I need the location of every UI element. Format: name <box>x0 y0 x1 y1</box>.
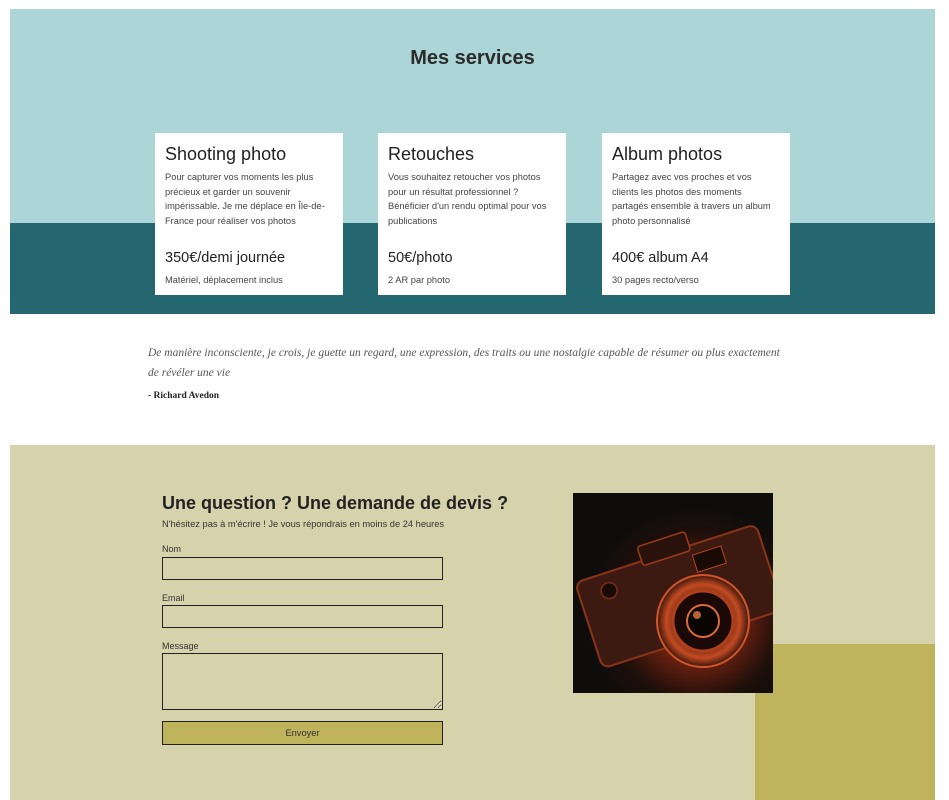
camera-photo-image <box>573 493 773 693</box>
service-card-description: Pour capturer vos moments les plus préci… <box>165 172 325 226</box>
decorative-olive-block <box>755 644 935 800</box>
service-card-album: Album photos Partagez avec vos proches e… <box>602 133 790 295</box>
contact-title: Une question ? Une demande de devis ? <box>162 493 509 513</box>
contact-section: Une question ? Une demande de devis ? N'… <box>10 445 935 800</box>
camera-icon <box>573 493 773 693</box>
service-card-price: 350€/demi journée <box>165 250 286 266</box>
quote-text: De manière inconsciente, je crois, je gu… <box>148 347 780 379</box>
name-field[interactable] <box>162 557 443 580</box>
quote-author: - Richard Avedon <box>148 391 220 401</box>
send-button[interactable]: Envoyer <box>162 721 443 745</box>
service-card-title: Shooting photo <box>165 144 287 164</box>
message-field[interactable] <box>162 653 443 710</box>
service-card-note: 2 AR par photo <box>388 275 451 285</box>
services-title: Mes services <box>410 47 535 69</box>
email-label: Email <box>162 593 185 603</box>
name-label: Nom <box>162 544 182 554</box>
service-card-title: Album photos <box>612 144 723 164</box>
email-field[interactable] <box>162 605 443 628</box>
service-card-description: Vous souhaitez retoucher vos photos pour… <box>388 172 547 226</box>
service-card-price: 50€/photo <box>388 250 453 266</box>
service-card-note: 30 pages recto/verso <box>612 275 699 285</box>
service-card-shooting: Shooting photo Pour capturer vos moments… <box>155 133 343 295</box>
service-card-title: Retouches <box>388 144 475 164</box>
message-label: Message <box>162 641 199 651</box>
service-card-retouches: Retouches Vous souhaitez retoucher vos p… <box>378 133 566 295</box>
service-card-note: Matériel, déplacement inclus <box>165 275 283 285</box>
service-card-description: Partagez avec vos proches et vos clients… <box>612 172 771 226</box>
service-card-price: 400€ album A4 <box>612 250 709 266</box>
services-section: Mes services Shooting photo Pour capture… <box>10 9 935 314</box>
contact-subtitle: N'hésitez pas à m'écrire ! Je vous répon… <box>162 519 445 529</box>
